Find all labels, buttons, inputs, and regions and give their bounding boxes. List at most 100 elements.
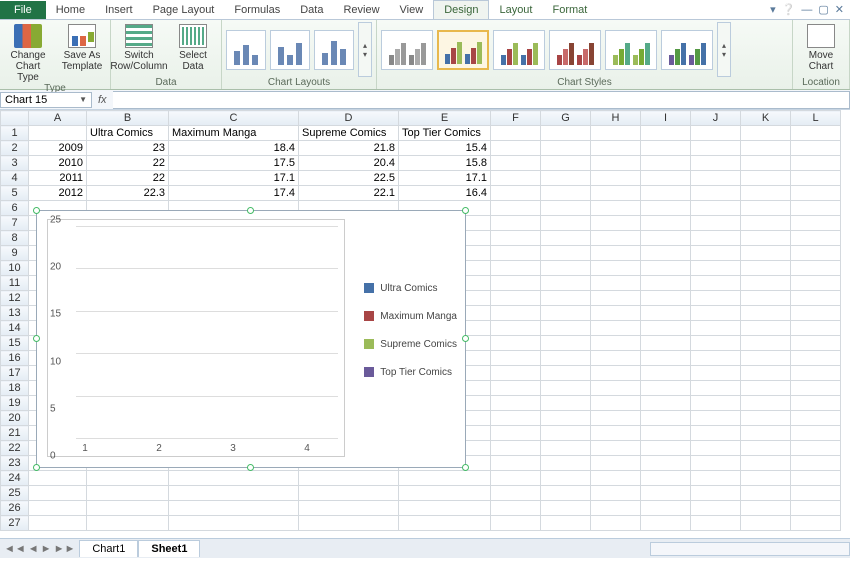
legend-item[interactable]: Ultra Comics [364,277,457,299]
cell[interactable] [691,156,741,171]
cell[interactable] [741,231,791,246]
cell[interactable] [491,201,541,216]
cell[interactable] [491,366,541,381]
row-header[interactable]: 27 [1,516,29,531]
col-header[interactable]: F [491,111,541,126]
cell[interactable] [741,276,791,291]
cell[interactable] [641,231,691,246]
cell[interactable] [641,336,691,351]
legend-item[interactable]: Supreme Comics [364,333,457,355]
cell[interactable] [691,186,741,201]
legend-item[interactable]: Maximum Manga [364,305,457,327]
cell[interactable] [299,501,399,516]
cell[interactable] [791,261,841,276]
cell[interactable] [641,411,691,426]
styles-more-button[interactable]: ▴▾ [717,22,731,77]
cell[interactable] [691,231,741,246]
cell[interactable] [791,351,841,366]
cell[interactable] [541,396,591,411]
style-thumb[interactable] [605,30,657,70]
cell[interactable]: Maximum Manga [169,126,299,141]
cell[interactable] [791,336,841,351]
cell[interactable] [741,396,791,411]
embedded-chart[interactable]: 1234 0510152025 Ultra ComicsMaximum Mang… [36,210,466,468]
sheet-nav-button[interactable]: ◄◄ [4,543,26,555]
cell[interactable] [791,246,841,261]
cell[interactable] [641,396,691,411]
cell[interactable] [691,201,741,216]
cell[interactable] [641,216,691,231]
cell[interactable]: Top Tier Comics [399,126,491,141]
cell[interactable] [791,486,841,501]
cell[interactable] [591,336,641,351]
sheet-nav-button[interactable]: ◄ [28,543,39,555]
legend-item[interactable]: Top Tier Comics [364,361,457,383]
col-header[interactable]: C [169,111,299,126]
cell[interactable] [641,261,691,276]
cell[interactable] [641,201,691,216]
cell[interactable] [691,261,741,276]
cell[interactable] [541,336,591,351]
cell[interactable] [741,381,791,396]
horizontal-scrollbar[interactable] [650,542,850,556]
cell[interactable] [641,366,691,381]
cell[interactable] [791,501,841,516]
cell[interactable] [491,126,541,141]
cell[interactable]: 2012 [29,186,87,201]
cell[interactable] [691,396,741,411]
cell[interactable] [491,291,541,306]
cell[interactable] [591,246,641,261]
cell[interactable] [641,426,691,441]
cell[interactable] [691,246,741,261]
cell[interactable] [691,216,741,231]
tab-insert[interactable]: Insert [95,1,143,19]
cell[interactable] [791,426,841,441]
cell[interactable] [741,366,791,381]
cell[interactable] [691,456,741,471]
cell[interactable] [491,411,541,426]
ribbon-minimize-icon[interactable]: ▾ [770,3,776,16]
tab-format[interactable]: Format [542,1,597,19]
cell[interactable] [541,501,591,516]
cell[interactable] [791,186,841,201]
cell[interactable] [691,441,741,456]
cell[interactable]: 15.8 [399,156,491,171]
cell[interactable] [741,351,791,366]
col-header[interactable]: B [87,111,169,126]
cell[interactable] [29,516,87,531]
cell[interactable] [591,231,641,246]
cell[interactable] [169,471,299,486]
layout-thumb[interactable] [270,30,310,70]
tab-page-layout[interactable]: Page Layout [143,1,225,19]
cell[interactable] [741,126,791,141]
name-box-dropdown-icon[interactable]: ▼ [79,95,87,104]
cell[interactable] [591,366,641,381]
cell[interactable] [691,291,741,306]
row-header[interactable]: 26 [1,501,29,516]
cell[interactable] [541,201,591,216]
style-thumb[interactable] [493,30,545,70]
row-header[interactable]: 14 [1,321,29,336]
cell[interactable] [591,441,641,456]
cell[interactable] [591,186,641,201]
row-header[interactable]: 13 [1,306,29,321]
cell[interactable] [491,261,541,276]
cell[interactable] [491,441,541,456]
cell[interactable] [591,126,641,141]
chart-legend[interactable]: Ultra Comics Maximum Manga Supreme Comics T… [364,271,457,389]
cell[interactable] [641,186,691,201]
row-header[interactable]: 4 [1,171,29,186]
cell[interactable] [541,156,591,171]
cell[interactable] [791,141,841,156]
cell[interactable] [791,366,841,381]
cell[interactable] [491,216,541,231]
cell[interactable]: 23 [87,141,169,156]
cell[interactable] [691,141,741,156]
row-header[interactable]: 6 [1,201,29,216]
style-thumb[interactable] [437,30,489,70]
cell[interactable] [541,486,591,501]
cell[interactable] [541,456,591,471]
cell[interactable] [641,276,691,291]
cell[interactable] [491,171,541,186]
cell[interactable] [29,501,87,516]
